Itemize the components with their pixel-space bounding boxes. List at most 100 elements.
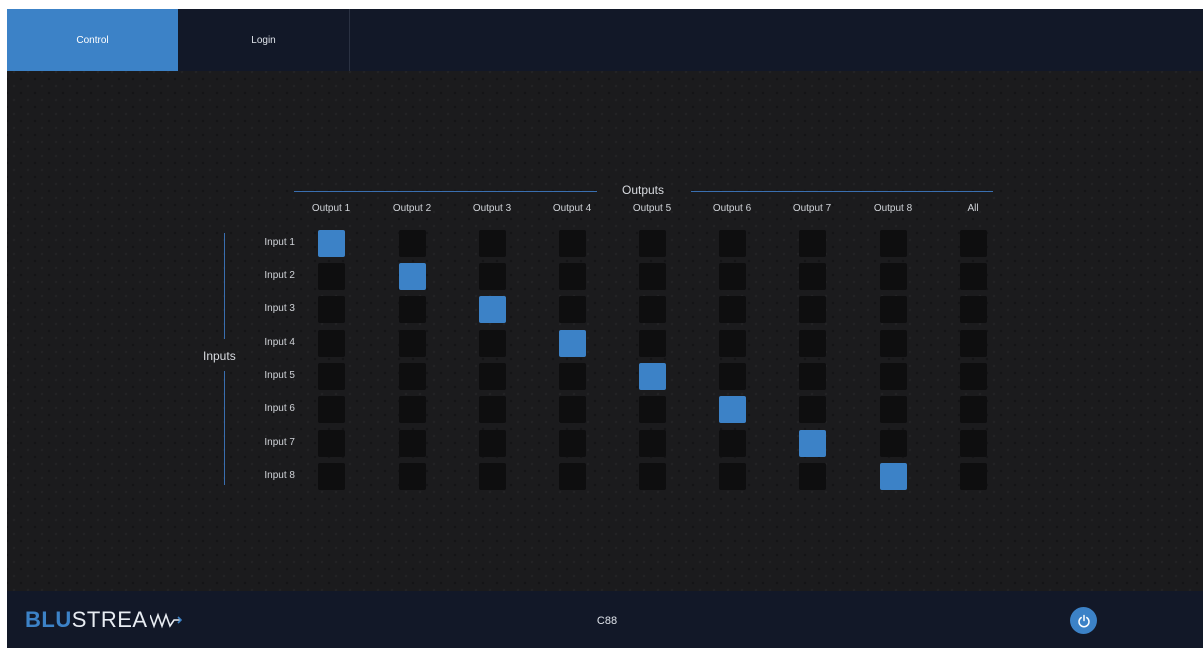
route-cell-input-8-output-4[interactable]: [559, 463, 586, 490]
route-cell-input-6-output-4[interactable]: [559, 396, 586, 423]
route-cell-input-7-output-5[interactable]: [639, 430, 666, 457]
inputs-divider-top: [224, 233, 225, 339]
route-cell-input-7-output-8[interactable]: [880, 430, 907, 457]
tab-login[interactable]: Login: [178, 9, 350, 71]
route-cell-input-6-output-7[interactable]: [799, 396, 826, 423]
route-cell-input-4-output-3[interactable]: [479, 330, 506, 357]
tab-control-label: Control: [76, 34, 109, 46]
column-header-output-3: Output 3: [472, 203, 512, 214]
app-frame: Control Login Outputs Inputs Output 1 Out…: [7, 9, 1203, 648]
route-cell-input-4-all[interactable]: [960, 330, 987, 357]
route-cell-input-3-all[interactable]: [960, 296, 987, 323]
route-cell-input-5-output-2[interactable]: [399, 363, 426, 390]
route-cell-input-4-output-5[interactable]: [639, 330, 666, 357]
route-cell-input-7-output-2[interactable]: [399, 430, 426, 457]
route-cell-input-3-output-8[interactable]: [880, 296, 907, 323]
column-header-output-1: Output 1: [311, 203, 351, 214]
route-cell-input-2-output-7[interactable]: [799, 263, 826, 290]
route-cell-input-7-output-3[interactable]: [479, 430, 506, 457]
route-cell-input-1-output-3[interactable]: [479, 230, 506, 257]
route-cell-input-6-output-1[interactable]: [318, 396, 345, 423]
column-header-output-2: Output 2: [392, 203, 432, 214]
tab-control[interactable]: Control: [7, 9, 178, 71]
row-label-input-3: Input 3: [264, 303, 295, 314]
route-cell-input-6-output-6[interactable]: [719, 396, 746, 423]
route-cell-input-4-output-8[interactable]: [880, 330, 907, 357]
route-cell-input-3-output-7[interactable]: [799, 296, 826, 323]
tab-login-label: Login: [251, 34, 276, 46]
column-header-output-7: Output 7: [792, 203, 832, 214]
route-cell-input-3-output-2[interactable]: [399, 296, 426, 323]
outputs-divider-left: [294, 191, 597, 192]
route-cell-input-1-output-7[interactable]: [799, 230, 826, 257]
route-cell-input-5-output-4[interactable]: [559, 363, 586, 390]
route-cell-input-8-all[interactable]: [960, 463, 987, 490]
route-cell-input-3-output-1[interactable]: [318, 296, 345, 323]
route-cell-input-5-output-5[interactable]: [639, 363, 666, 390]
row-label-input-1: Input 1: [264, 237, 295, 248]
top-navigation: Control Login: [7, 9, 1203, 71]
route-cell-input-5-output-8[interactable]: [880, 363, 907, 390]
route-cell-input-1-output-5[interactable]: [639, 230, 666, 257]
route-cell-input-2-output-2[interactable]: [399, 263, 426, 290]
route-cell-input-8-output-6[interactable]: [719, 463, 746, 490]
blustream-logo: BLU STREA: [25, 607, 182, 632]
route-cell-input-1-all[interactable]: [960, 230, 987, 257]
route-cell-input-2-output-1[interactable]: [318, 263, 345, 290]
route-cell-input-7-output-6[interactable]: [719, 430, 746, 457]
route-cell-input-5-output-3[interactable]: [479, 363, 506, 390]
route-cell-input-4-output-1[interactable]: [318, 330, 345, 357]
power-button[interactable]: [1070, 607, 1097, 634]
route-cell-input-3-output-4[interactable]: [559, 296, 586, 323]
route-cell-input-1-output-1[interactable]: [318, 230, 345, 257]
column-header-output-6: Output 6: [712, 203, 752, 214]
route-cell-input-7-output-4[interactable]: [559, 430, 586, 457]
route-cell-input-5-output-7[interactable]: [799, 363, 826, 390]
route-cell-input-2-output-6[interactable]: [719, 263, 746, 290]
route-cell-input-6-all[interactable]: [960, 396, 987, 423]
outputs-title: Outputs: [621, 183, 665, 197]
route-cell-input-8-output-2[interactable]: [399, 463, 426, 490]
logo-blu-text: BLU: [25, 607, 72, 632]
row-label-input-6: Input 6: [264, 403, 295, 414]
row-label-input-2: Input 2: [264, 270, 295, 281]
route-cell-input-8-output-7[interactable]: [799, 463, 826, 490]
route-cell-input-3-output-5[interactable]: [639, 296, 666, 323]
device-model-label: C88: [596, 615, 618, 627]
route-cell-input-7-output-7[interactable]: [799, 430, 826, 457]
route-cell-input-6-output-3[interactable]: [479, 396, 506, 423]
row-label-input-7: Input 7: [264, 437, 295, 448]
column-header-all: All: [967, 203, 979, 214]
route-cell-input-3-output-6[interactable]: [719, 296, 746, 323]
route-cell-input-8-output-3[interactable]: [479, 463, 506, 490]
route-cell-input-2-all[interactable]: [960, 263, 987, 290]
route-cell-input-8-output-8[interactable]: [880, 463, 907, 490]
route-cell-input-4-output-6[interactable]: [719, 330, 746, 357]
route-cell-input-2-output-5[interactable]: [639, 263, 666, 290]
route-cell-input-7-output-1[interactable]: [318, 430, 345, 457]
route-cell-input-8-output-1[interactable]: [318, 463, 345, 490]
route-cell-input-3-output-3[interactable]: [479, 296, 506, 323]
route-cell-input-6-output-8[interactable]: [880, 396, 907, 423]
inputs-divider-bottom: [224, 371, 225, 485]
route-cell-input-1-output-6[interactable]: [719, 230, 746, 257]
route-cell-input-1-output-8[interactable]: [880, 230, 907, 257]
route-cell-input-2-output-3[interactable]: [479, 263, 506, 290]
route-cell-input-7-all[interactable]: [960, 430, 987, 457]
route-cell-input-6-output-5[interactable]: [639, 396, 666, 423]
route-cell-input-8-output-5[interactable]: [639, 463, 666, 490]
route-cell-input-2-output-8[interactable]: [880, 263, 907, 290]
route-cell-input-4-output-7[interactable]: [799, 330, 826, 357]
inputs-title: Inputs: [203, 349, 236, 363]
column-header-output-5: Output 5: [632, 203, 672, 214]
route-cell-input-1-output-4[interactable]: [559, 230, 586, 257]
route-cell-input-2-output-4[interactable]: [559, 263, 586, 290]
route-cell-input-6-output-2[interactable]: [399, 396, 426, 423]
route-cell-input-1-output-2[interactable]: [399, 230, 426, 257]
route-cell-input-5-all[interactable]: [960, 363, 987, 390]
route-cell-input-4-output-2[interactable]: [399, 330, 426, 357]
route-cell-input-5-output-6[interactable]: [719, 363, 746, 390]
route-cell-input-5-output-1[interactable]: [318, 363, 345, 390]
route-cell-input-4-output-4[interactable]: [559, 330, 586, 357]
row-label-input-8: Input 8: [264, 470, 295, 481]
